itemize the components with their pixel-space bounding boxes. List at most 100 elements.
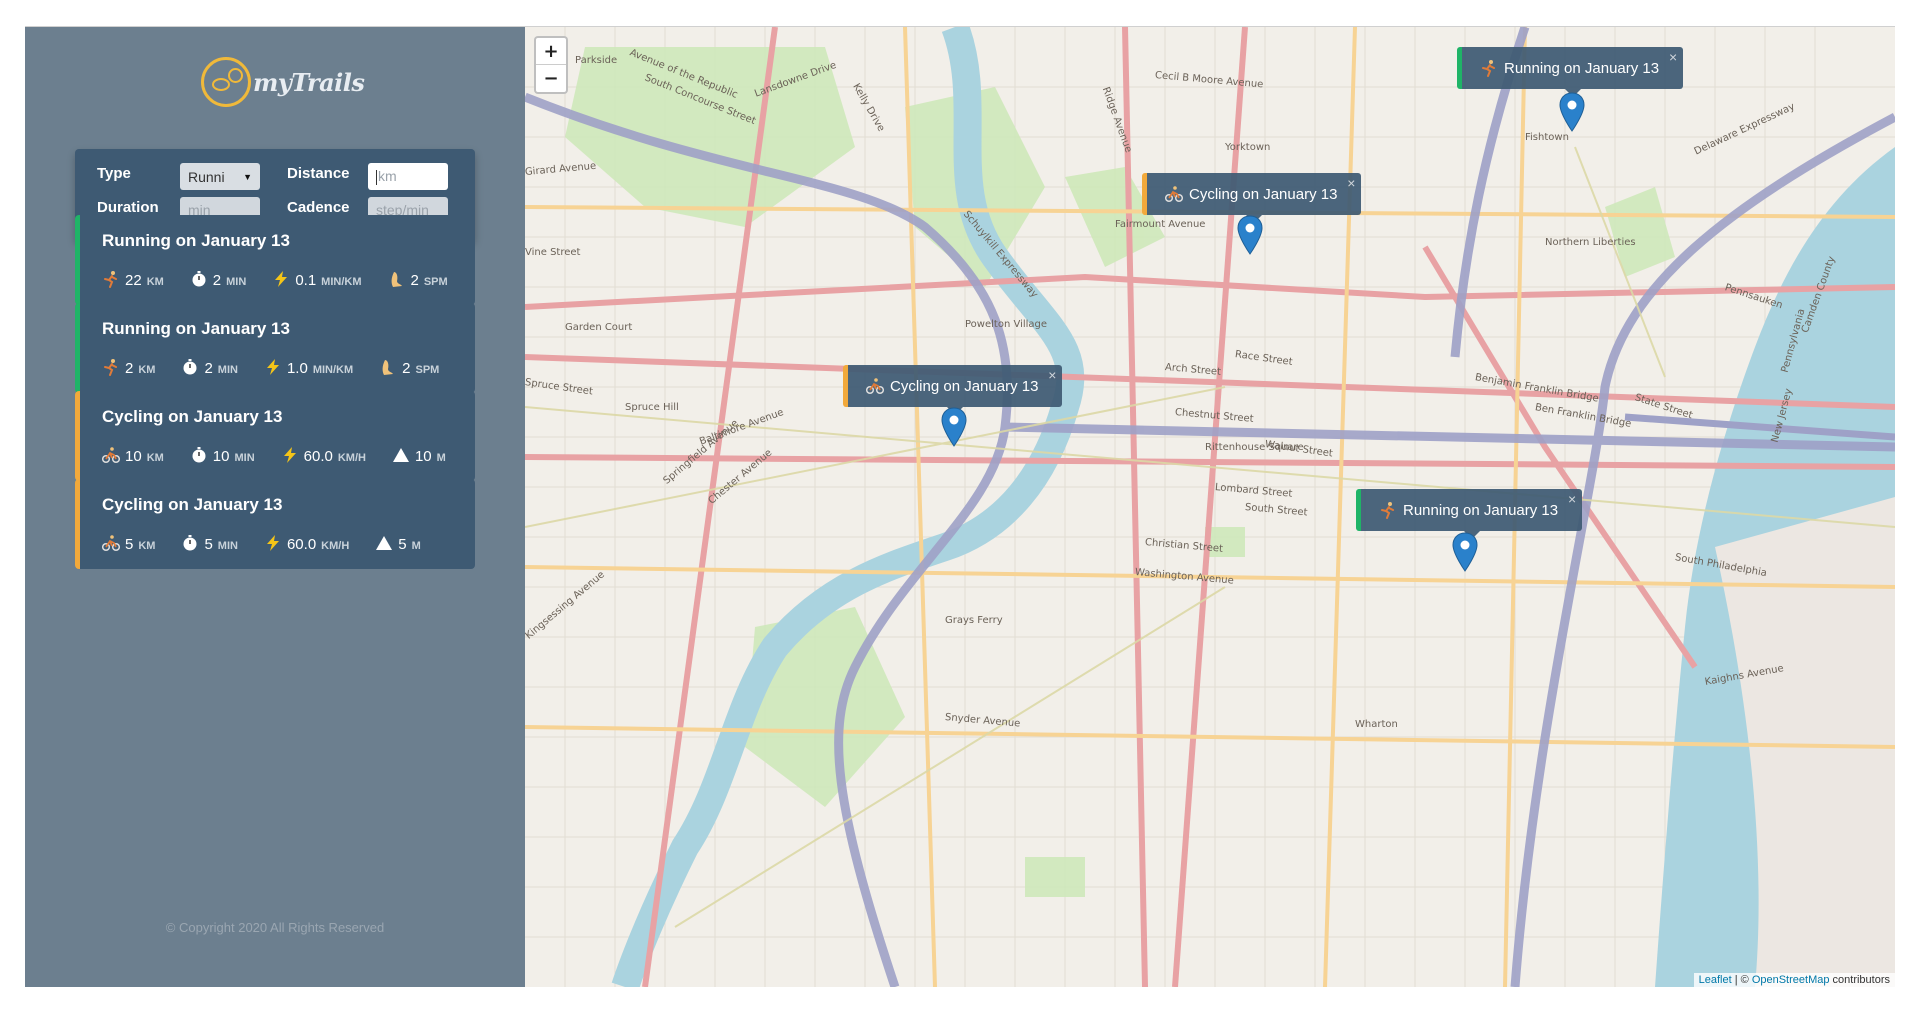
map-street-label: Yorktown <box>1225 142 1271 153</box>
map-tiles <box>525 27 1895 987</box>
stat-value: 0.1 <box>295 272 317 289</box>
copyright-text: © Copyright 2020 All Rights Reserved <box>165 920 385 935</box>
mountain-icon <box>392 446 410 464</box>
workout-card-cycling[interactable]: Cycling on January 13 5 KM 5 MIN 60.0 KM/H 5 M <box>75 479 475 569</box>
popup-text: Cycling on January 13 <box>1189 185 1338 203</box>
map-attribution: Leaflet | © OpenStreetMap contributors <box>1693 973 1895 987</box>
stat-value: 2 <box>204 360 213 377</box>
zoom-in-button[interactable]: + <box>536 38 566 65</box>
workout-stat: 2 KM <box>102 355 155 377</box>
map-street-label: Wharton <box>1355 719 1398 730</box>
duration-label: Duration <box>97 199 159 216</box>
workout-stat: 5 KM <box>101 531 156 553</box>
map-pin-icon[interactable] <box>1452 532 1478 572</box>
distance-label: Distance <box>287 165 350 182</box>
type-select[interactable]: Runni ▼ <box>180 163 260 190</box>
stat-unit: KM <box>138 540 156 552</box>
map-street-label: Northern Liberties <box>1545 237 1636 248</box>
workout-title: Cycling on January 13 <box>102 407 283 426</box>
workout-stat: 10 MIN <box>190 443 255 465</box>
map-pin-icon[interactable] <box>1559 92 1585 132</box>
workout-popup-running[interactable]: Running on January 13 × <box>1457 47 1684 97</box>
attribution-tail: contributors <box>1829 974 1890 986</box>
stat-value: 22 <box>125 272 142 289</box>
workout-stats: 22 KM 2 MIN 0.1 MIN/KM 2 SPM <box>102 267 474 289</box>
map-street-label: Vine Street <box>525 247 581 258</box>
stat-unit: M <box>436 452 446 464</box>
stat-value: 60.0 <box>286 536 317 553</box>
runner-icon <box>102 358 120 376</box>
stat-unit: MIN <box>226 276 247 288</box>
workout-card-running[interactable]: Running on January 13 2 KM 2 MIN 1.0 MIN/KM 2 SP… <box>75 303 475 393</box>
zoom-out-button[interactable]: − <box>536 65 566 92</box>
stat-value: 1.0 <box>286 360 308 377</box>
footprint-icon <box>388 270 406 288</box>
map-street-label: Fairmount Avenue <box>1115 219 1206 230</box>
stopwatch-icon <box>181 534 199 552</box>
stat-value: 2 <box>125 360 134 377</box>
sidebar: myTrails Type Runni ▼ Distance km Durati… <box>25 27 525 987</box>
workout-popup-running[interactable]: Running on January 13 × <box>1356 489 1583 539</box>
stat-unit: MIN <box>217 364 238 376</box>
distance-input[interactable]: km <box>368 163 448 190</box>
attribution-separator: | © <box>1731 974 1752 986</box>
workout-popup-cycling[interactable]: Cycling on January 13 × <box>843 365 1063 415</box>
map-pin-icon[interactable] <box>1237 215 1263 255</box>
close-icon[interactable]: × <box>1669 49 1677 65</box>
lightning-icon <box>281 446 299 464</box>
map-street-label: Parkside <box>575 55 618 66</box>
workout-stat: 0.1 MIN/KM <box>272 267 362 289</box>
map-street-label: Spruce Hill <box>625 402 679 413</box>
osm-link[interactable]: OpenStreetMap <box>1752 974 1830 986</box>
stat-unit: MIN <box>234 452 255 464</box>
bicycle-icon <box>101 446 121 464</box>
runner-icon <box>102 270 120 288</box>
cadence-label: Cadence <box>287 199 350 216</box>
stat-value: 5 <box>398 536 407 553</box>
stat-unit: KM/H <box>321 540 350 552</box>
stat-unit: KM <box>138 364 156 376</box>
lightning-icon <box>264 358 282 376</box>
type-label: Type <box>97 165 131 182</box>
workout-stat: 5 MIN <box>181 531 238 553</box>
stat-value: 10 <box>125 448 142 465</box>
workout-stat: 60.0 KM/H <box>264 531 349 553</box>
stat-unit: MIN/KM <box>312 364 354 376</box>
workout-stat: 1.0 MIN/KM <box>264 355 353 377</box>
workout-stat: 2 MIN <box>190 267 247 289</box>
stat-unit: KM/H <box>337 452 366 464</box>
workout-popup-cycling[interactable]: Cycling on January 13 × <box>1142 173 1362 223</box>
map-pin-icon[interactable] <box>941 407 967 447</box>
chevron-down-icon: ▼ <box>243 171 252 182</box>
stat-unit: MIN/KM <box>321 276 362 288</box>
stat-unit: KM <box>146 452 164 464</box>
stopwatch-icon <box>190 446 208 464</box>
map-street-label: Garden Court <box>565 322 633 333</box>
bicycle-icon <box>1164 185 1184 203</box>
stopwatch-icon <box>181 358 199 376</box>
stat-unit: M <box>411 540 421 552</box>
stat-value: 5 <box>204 536 213 553</box>
stat-value: 60.0 <box>303 448 333 465</box>
runner-icon <box>1379 501 1397 519</box>
close-icon[interactable]: × <box>1048 367 1056 383</box>
workout-title: Running on January 13 <box>102 319 290 338</box>
brand-name: myTrails <box>253 67 365 97</box>
workout-card-cycling[interactable]: Cycling on January 13 10 KM 10 MIN 60.0 KM/H 10… <box>75 391 475 481</box>
workout-card-running[interactable]: Running on January 13 22 KM 2 MIN 0.1 MIN/KM 2 S… <box>75 215 475 305</box>
stat-unit: SPM <box>423 276 448 288</box>
map-street-label: Grays Ferry <box>945 615 1003 626</box>
close-icon[interactable]: × <box>1347 175 1355 191</box>
close-icon[interactable]: × <box>1568 491 1576 507</box>
runner-icon <box>1480 59 1498 77</box>
stat-unit: KM <box>146 276 164 288</box>
stat-value: 5 <box>125 536 134 553</box>
stat-unit: MIN <box>217 540 238 552</box>
map-view[interactable]: + − Avenue of the Republic South Concours… <box>525 27 1895 987</box>
popup-text: Running on January 13 <box>1403 501 1559 519</box>
leaflet-link[interactable]: Leaflet <box>1699 974 1732 986</box>
stat-value: 10 <box>414 448 432 465</box>
workout-title: Cycling on January 13 <box>102 495 283 514</box>
workout-stat: 2 MIN <box>181 355 238 377</box>
workout-stat: 2 SPM <box>379 355 439 377</box>
